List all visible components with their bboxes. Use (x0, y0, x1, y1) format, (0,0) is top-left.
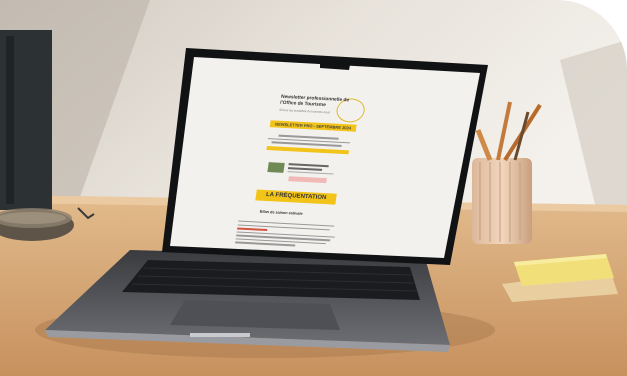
newsletter-title-line2: l'Office de Tourisme (279, 100, 327, 109)
newsletter-screen: Newsletter professionnelle de l'Office d… (203, 80, 398, 268)
newsletter-banner[interactable]: NEWSLETTER PRO - SEPTEMBRE 2024 (269, 120, 357, 132)
laptop-front-notch (190, 333, 250, 337)
binder-spine (6, 36, 14, 204)
glass-bowl-glint (0, 212, 66, 224)
trackpad (170, 300, 340, 330)
newsletter-section-subheading: Bilan de saison estivale (259, 209, 303, 216)
newsletter-body-lines (266, 134, 351, 156)
pencil-pot (472, 158, 532, 244)
newsletter-section-heading: LA FRÉQUENTATION (255, 189, 337, 205)
newsletter-card-lines (287, 163, 338, 175)
newsletter-subtitle: Suivez les actualités du tourisme local (278, 107, 331, 115)
photo-scene: Newsletter professionnelle de l'Office d… (0, 0, 627, 376)
newsletter-paragraph (235, 220, 339, 251)
newsletter-pink-button[interactable] (288, 176, 327, 184)
newsletter-thumbnail (267, 162, 285, 173)
laptop-desk-photo: Newsletter professionnelle de l'Office d… (0, 0, 627, 376)
